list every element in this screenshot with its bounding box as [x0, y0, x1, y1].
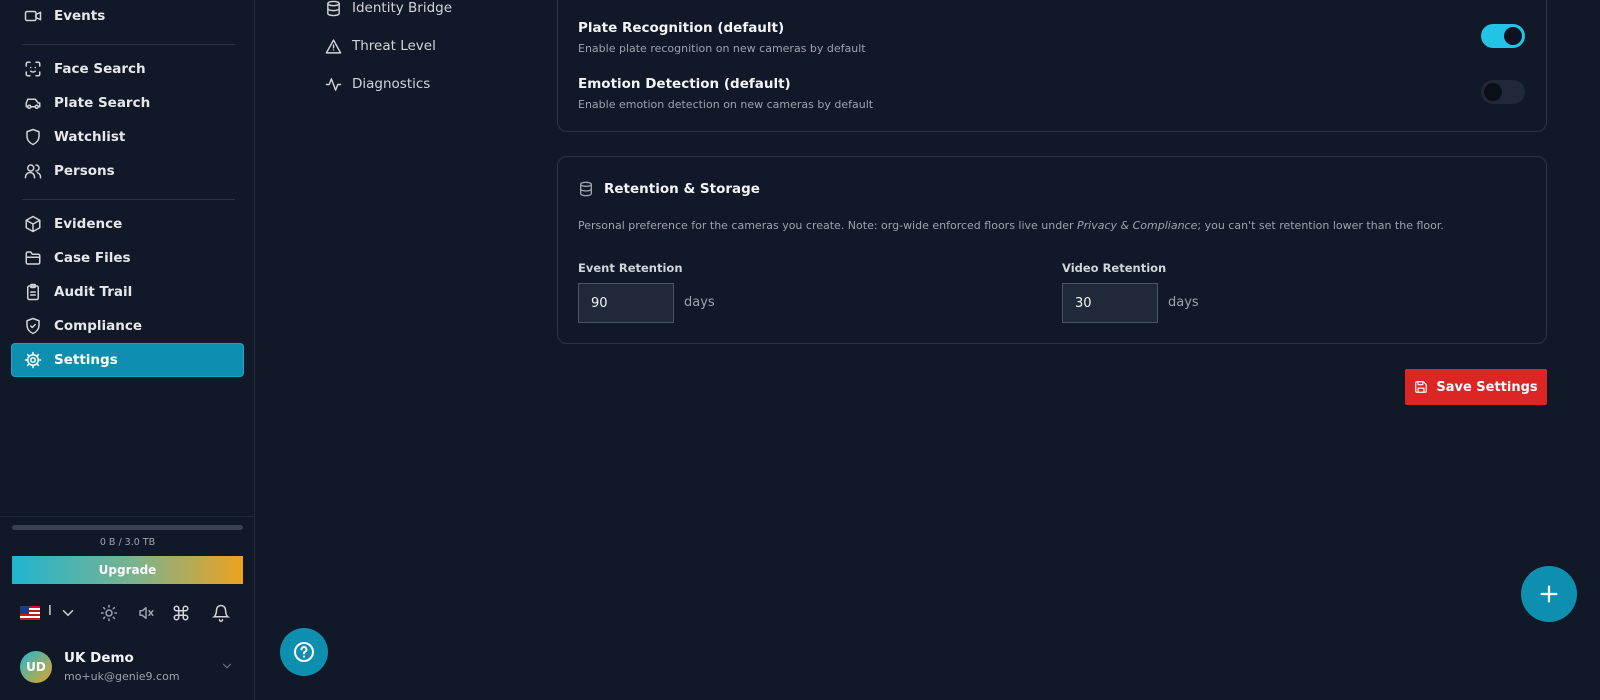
mute-icon[interactable]	[137, 604, 155, 622]
sidebar-item-label: Watchlist	[54, 129, 126, 145]
car-icon	[25, 98, 41, 109]
divider	[22, 44, 235, 45]
storage-progress-bar	[12, 525, 243, 530]
bell-icon[interactable]	[212, 604, 230, 622]
description-text: Personal preference for the cameras you …	[578, 219, 1078, 232]
toggle-knob	[1504, 27, 1522, 45]
alert-triangle-icon	[325, 38, 342, 54]
sidebar-item-label: Compliance	[54, 318, 143, 334]
sidebar-item-audit-trail[interactable]: Audit Trail	[12, 276, 243, 308]
save-settings-button[interactable]: Save Settings	[1405, 369, 1547, 405]
clipboard-icon	[27, 283, 39, 301]
sidebar: Events Face Search Plate Search Watchlis…	[0, 0, 255, 700]
us-flag-icon[interactable]	[20, 606, 40, 620]
sidebar-item-label: Events	[54, 8, 106, 24]
detection-defaults-card: Plate Recognition (default) Enable plate…	[557, 0, 1547, 132]
toggle-knob	[1484, 83, 1502, 101]
emotion-detection-toggle[interactable]	[1481, 80, 1525, 104]
sidebar-item-label: Persons	[54, 163, 115, 179]
sidebar-item-label: Face Search	[54, 61, 146, 77]
command-icon[interactable]	[172, 604, 190, 622]
sidebar-item-label: Settings	[54, 352, 118, 368]
sidebar-item-case-files[interactable]: Case Files	[12, 242, 243, 274]
storage-usage-text: 0 B / 3.0 TB	[99, 537, 156, 548]
toggle-description: Enable emotion detection on new cameras …	[578, 98, 874, 111]
section-header: Retention & Storage	[578, 181, 760, 197]
add-button[interactable]	[1521, 566, 1577, 622]
help-button[interactable]	[280, 628, 328, 676]
avatar[interactable]: UD	[20, 651, 52, 683]
sidebar-item-label: Case Files	[54, 250, 131, 266]
shield-icon	[26, 128, 40, 146]
language-selector-text[interactable]: I	[48, 604, 52, 619]
settings-nav-label: Diagnostics	[352, 76, 431, 92]
upgrade-button[interactable]: Upgrade	[12, 556, 243, 584]
database-icon	[580, 181, 592, 197]
toggle-description: Enable plate recognition on new cameras …	[578, 42, 866, 55]
sidebar-item-watchlist[interactable]: Watchlist	[12, 121, 243, 153]
description-text: ; you can't set retention lower than the…	[1197, 219, 1444, 232]
sidebar-item-compliance[interactable]: Compliance	[12, 310, 243, 342]
sidebar-item-evidence[interactable]: Evidence	[12, 208, 243, 240]
sidebar-item-settings[interactable]: Settings	[12, 344, 243, 376]
video-retention-label: Video Retention	[1062, 261, 1167, 275]
toggle-title: Emotion Detection (default)	[578, 76, 791, 92]
toggle-title: Plate Recognition (default)	[578, 20, 785, 36]
sidebar-item-plate-search[interactable]: Plate Search	[12, 87, 243, 119]
users-icon	[24, 164, 42, 179]
unit-label: days	[1168, 295, 1199, 310]
gear-icon	[24, 351, 42, 369]
help-icon	[294, 642, 314, 662]
user-email: mo+uk@genie9.com	[64, 670, 180, 683]
section-description: Personal preference for the cameras you …	[578, 219, 1444, 232]
settings-nav-diagnostics[interactable]: Diagnostics	[325, 73, 430, 95]
face-scan-icon	[25, 61, 41, 77]
sidebar-item-persons[interactable]: Persons	[12, 155, 243, 187]
activity-icon	[325, 77, 342, 91]
plate-recognition-toggle[interactable]	[1481, 24, 1525, 48]
video-icon	[24, 10, 42, 22]
sidebar-item-label: Audit Trail	[54, 284, 133, 300]
event-retention-input[interactable]	[578, 283, 674, 323]
sun-icon[interactable]	[100, 604, 118, 622]
section-title: Retention & Storage	[604, 181, 760, 197]
privacy-compliance-reference: Privacy & Compliance	[1077, 219, 1198, 232]
package-icon	[25, 215, 41, 233]
plus-icon	[1540, 585, 1558, 603]
settings-nav-label: Identity Bridge	[352, 0, 453, 16]
database-icon	[327, 0, 340, 16]
sidebar-toolbar: I	[18, 602, 240, 624]
save-icon	[1415, 381, 1428, 393]
folder-icon	[25, 251, 41, 265]
shield-check-icon	[26, 317, 40, 335]
sidebar-item-events[interactable]: Events	[12, 0, 243, 32]
settings-nav-identity-bridge[interactable]: Identity Bridge	[325, 0, 452, 19]
sidebar-item-label: Plate Search	[54, 95, 151, 111]
chevron-down-icon[interactable]	[59, 604, 77, 622]
divider	[0, 516, 255, 517]
user-name: UK Demo	[64, 650, 134, 666]
event-retention-label: Event Retention	[578, 261, 683, 275]
save-button-label: Save Settings	[1436, 379, 1538, 395]
settings-nav-threat-level[interactable]: Threat Level	[325, 35, 436, 57]
retention-storage-card: Retention & Storage Personal preference …	[557, 156, 1547, 344]
settings-nav-label: Threat Level	[352, 38, 436, 54]
sidebar-item-label: Evidence	[54, 216, 123, 232]
video-retention-input[interactable]	[1062, 283, 1158, 323]
divider	[22, 199, 235, 200]
unit-label: days	[684, 295, 715, 310]
chevron-down-icon[interactable]	[220, 659, 234, 673]
sidebar-item-face-search[interactable]: Face Search	[12, 53, 243, 85]
